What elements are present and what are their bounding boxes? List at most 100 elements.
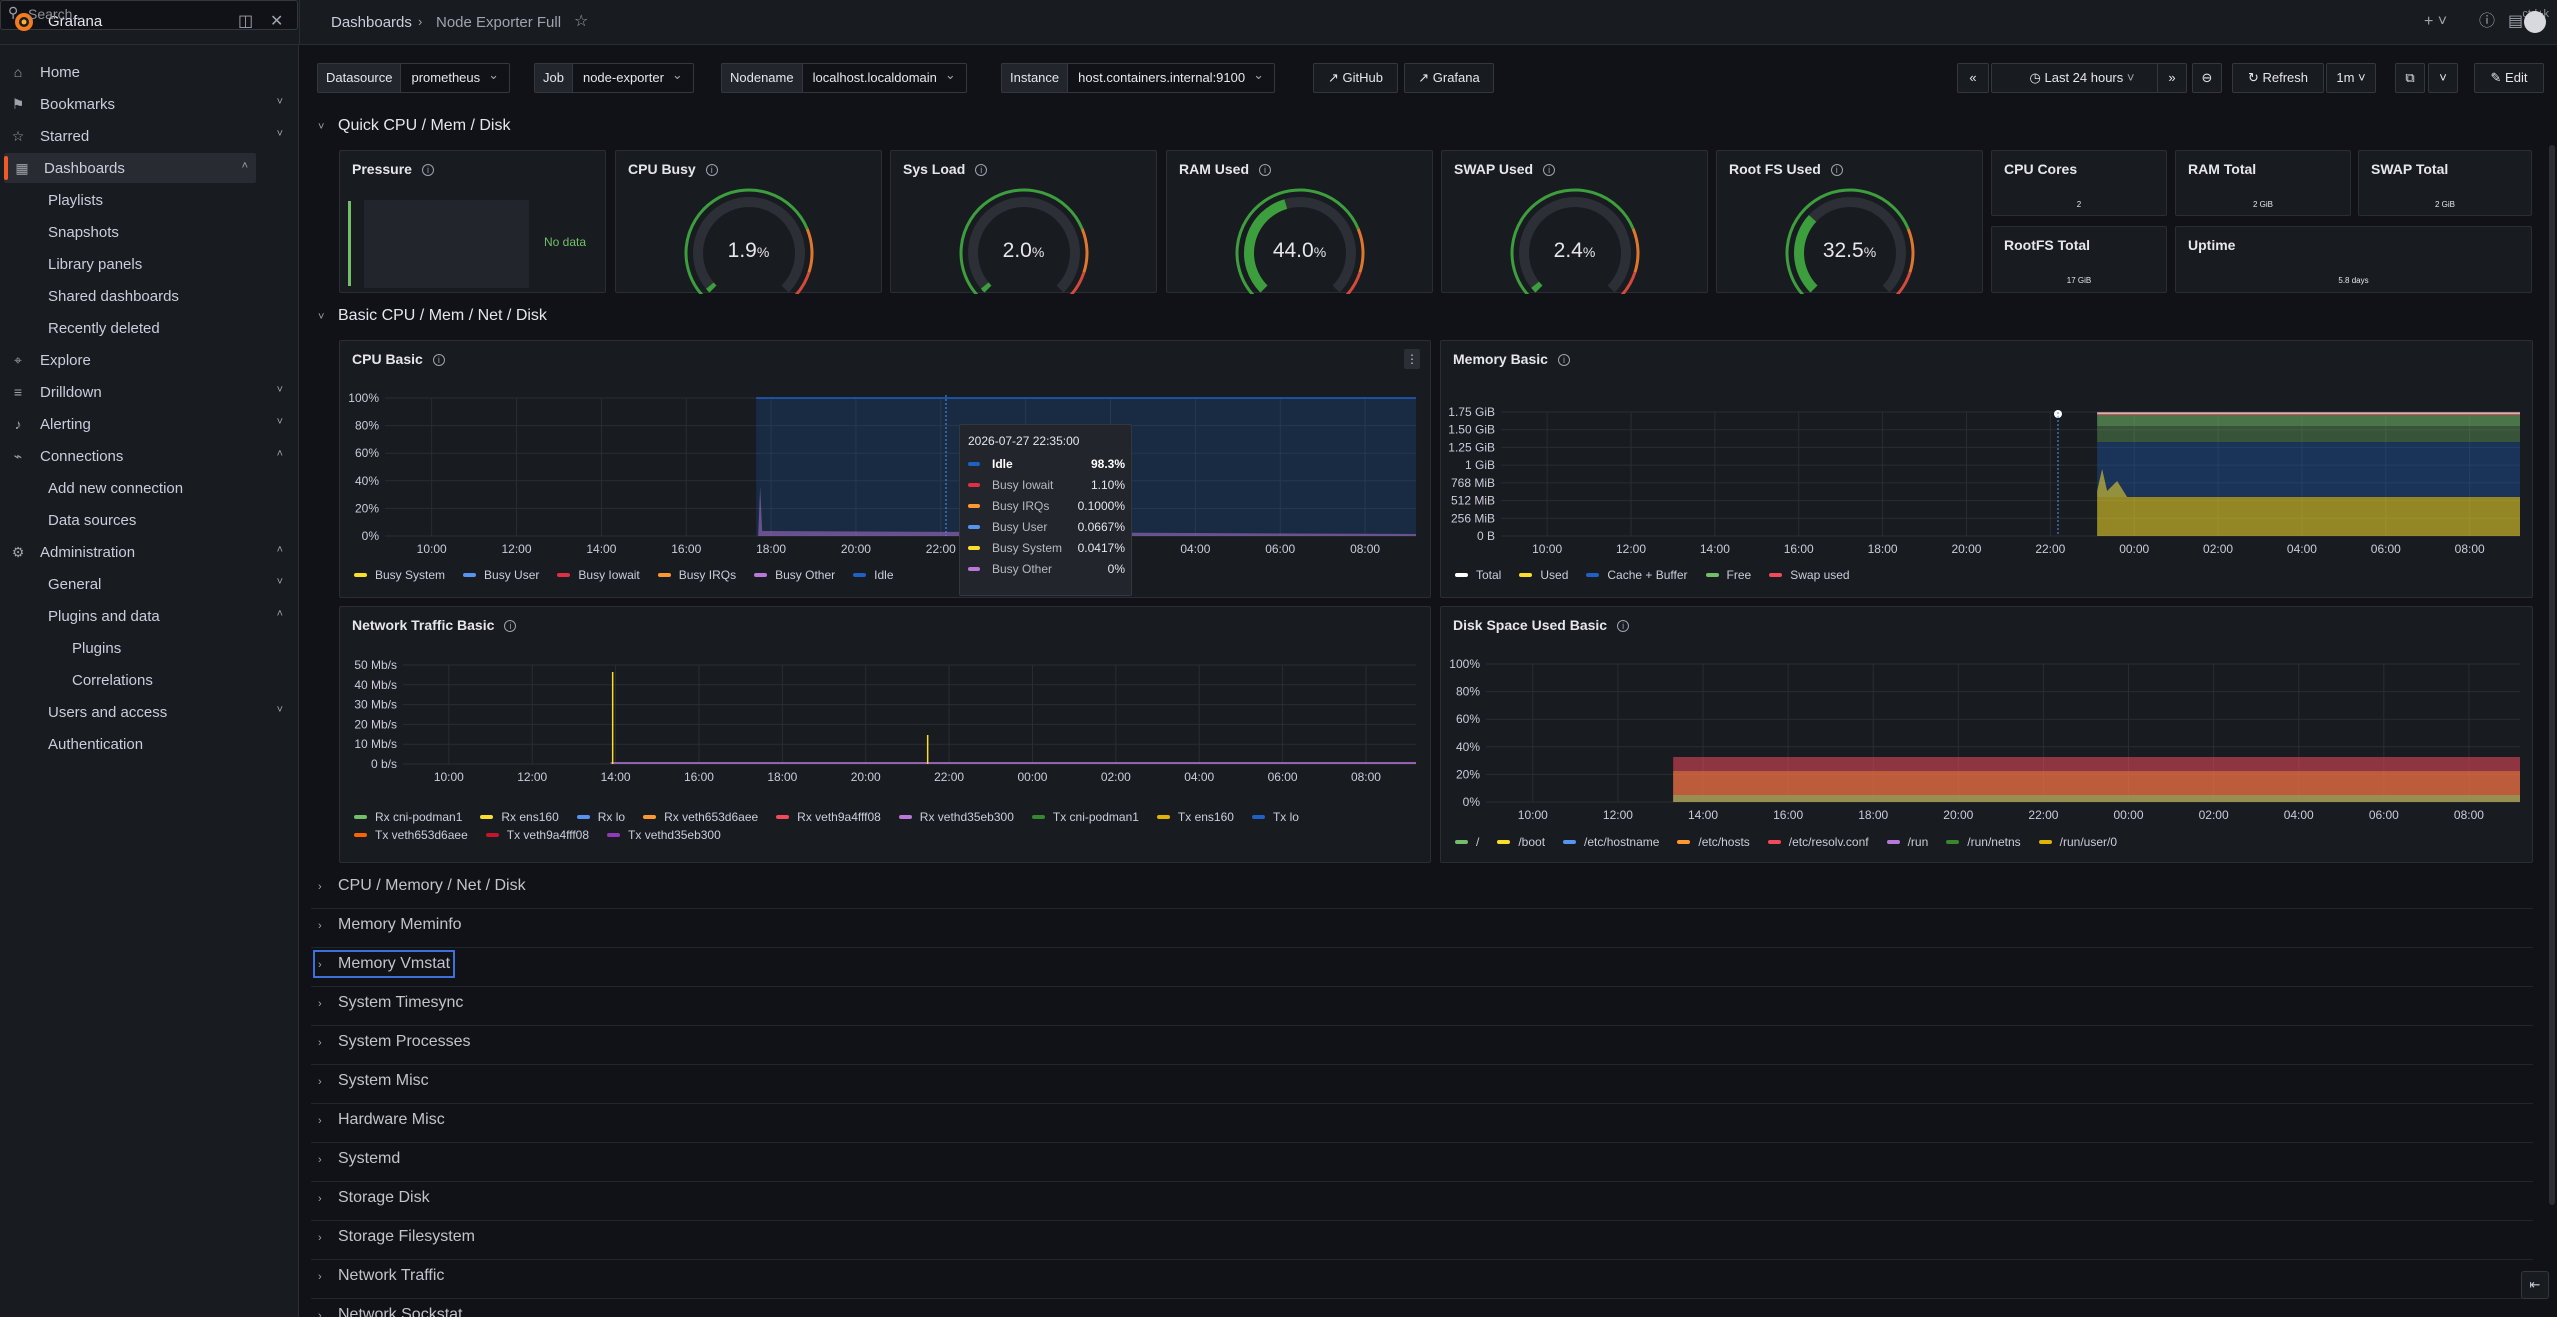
row-systemd[interactable]: › Systemd <box>318 1150 400 1168</box>
news-icon[interactable]: ▤ <box>2508 11 2523 33</box>
row-system-timesync[interactable]: › System Timesync <box>318 994 463 1012</box>
sidebar-item-dashboards[interactable]: ▦ Dashboards ˄ <box>4 153 256 183</box>
job-select[interactable]: node-exporter <box>573 64 693 92</box>
legend-item[interactable]: /run/user/0 <box>2038 835 2117 849</box>
sidebar-item-administration[interactable]: ⚙ Administration ˄ <box>0 537 291 567</box>
refresh-button[interactable]: ↻ Refresh <box>2232 63 2324 93</box>
legend-item[interactable]: Tx lo <box>1251 810 1299 824</box>
legend-item[interactable]: /run <box>1886 835 1928 849</box>
sidebar-item-recently-deleted[interactable]: Recently deleted <box>0 313 291 343</box>
chevron-down-icon[interactable]: ˅ <box>277 576 283 588</box>
legend-item[interactable]: Rx vethd35eb300 <box>898 810 1014 824</box>
job-variable[interactable]: Job node-exporter <box>534 63 694 93</box>
legend-item[interactable]: Tx ens160 <box>1156 810 1234 824</box>
disk-space-chart[interactable]: 100% 80% 60% 40% 20% 0% 10:00 12:00 14:00 16:00 18… <box>1441 607 2534 864</box>
legend-item[interactable]: Tx vethd35eb300 <box>607 828 721 842</box>
legend-item[interactable]: /run/netns <box>1946 835 2021 849</box>
avatar[interactable] <box>2524 11 2546 33</box>
legend-item[interactable]: Cache + Buffer <box>1586 568 1688 582</box>
gauge-panel-sys-load[interactable]: Sys Load i 2.0% <box>890 150 1157 294</box>
cpu-basic-chart[interactable]: 100% 80% 60% 40% 20% 0% 10:00 12:00 14:00 16:00 18… <box>340 341 1432 599</box>
sidebar-item-alerting[interactable]: ♪ Alerting ˅ <box>0 409 291 439</box>
legend-item[interactable]: /etc/hostname <box>1563 835 1659 849</box>
nodename-variable[interactable]: Nodename localhost.localdomain <box>721 63 967 93</box>
legend-item[interactable]: Swap used <box>1769 568 1850 582</box>
legend-item[interactable]: /boot <box>1497 835 1545 849</box>
network-traffic-basic-panel[interactable]: Network Traffic Basic i 50 Mb/s 40 Mb/s 30 … <box>339 606 1431 863</box>
sidebar-item-explore[interactable]: ⌖ Explore <box>0 345 291 375</box>
sidebar-item-data-sources[interactable]: Data sources <box>0 505 291 535</box>
legend-item[interactable]: Tx veth653d6aee <box>354 828 468 842</box>
sidebar-item-correlations[interactable]: Correlations <box>0 665 291 695</box>
cpu-basic-panel[interactable]: CPU Basic i ⋮ 100% 80% 60% 40% 20% 0% 10:00 12:0… <box>339 340 1431 598</box>
breadcrumb-dashboards[interactable]: Dashboards <box>331 14 412 31</box>
memory-basic-chart[interactable]: 1.75 GiB 1.50 GiB 1.25 GiB 1 GiB 768 MiB 512 … <box>1441 341 2534 599</box>
sidebar-item-snapshots[interactable]: Snapshots <box>0 217 291 247</box>
legend-item[interactable]: Free <box>1705 568 1751 582</box>
stat-panel-uptime[interactable]: Uptime 5.8 days <box>2175 226 2532 293</box>
row-network-sockstat[interactable]: › Network Sockstat <box>318 1306 462 1317</box>
instance-variable[interactable]: Instance host.containers.internal:9100 <box>1001 63 1276 93</box>
refresh-interval-select[interactable]: 1m ˅ <box>2326 63 2376 93</box>
memory-basic-panel[interactable]: Memory Basic i 1.75 GiB 1.50 GiB 1.25 GiB 1 … <box>1440 340 2533 598</box>
row-cpu-memory-net-disk[interactable]: › CPU / Memory / Net / Disk <box>318 877 526 895</box>
sidebar-item-plugins[interactable]: Plugins <box>0 633 291 663</box>
sidebar-item-library-panels[interactable]: Library panels <box>0 249 291 279</box>
row-storage-filesystem[interactable]: › Storage Filesystem <box>318 1228 475 1246</box>
legend-item[interactable]: Busy User <box>463 568 539 582</box>
time-forward-button[interactable]: » <box>2157 63 2187 93</box>
legend-item[interactable]: Total <box>1455 568 1501 582</box>
gauge-panel-swap-used[interactable]: SWAP Used i 2.4% <box>1441 150 1708 294</box>
gauge-panel-cpu-busy[interactable]: CPU Busy i 1.9% <box>615 150 882 294</box>
legend-item[interactable]: Rx cni-podman1 <box>354 810 462 824</box>
chevron-down-icon[interactable]: ˅ <box>277 128 283 140</box>
legend-item[interactable]: Busy System <box>354 568 445 582</box>
sidebar-item-bookmarks[interactable]: ⚑ Bookmarks ˅ <box>0 89 291 119</box>
help-icon[interactable]: ⓘ <box>2479 11 2495 33</box>
time-back-button[interactable]: « <box>1957 63 1989 93</box>
stat-panel-swap-total[interactable]: SWAP Total 2 GiB <box>2358 150 2532 216</box>
legend-item[interactable]: Rx lo <box>576 810 625 824</box>
zoom-out-button[interactable]: ⊖ <box>2192 63 2222 93</box>
legend-item[interactable]: Idle <box>853 568 894 582</box>
sidebar-item-add-new-connection[interactable]: Add new connection <box>0 473 291 503</box>
info-icon[interactable]: i <box>421 164 434 177</box>
sidebar-item-playlists[interactable]: Playlists <box>0 185 291 215</box>
star-icon[interactable]: ☆ <box>574 11 588 33</box>
sidebar-item-connections[interactable]: ⌁ Connections ˄ <box>0 441 291 471</box>
row-memory-meminfo[interactable]: › Memory Meminfo <box>318 916 462 934</box>
disk-space-used-basic-panel[interactable]: Disk Space Used Basic i 100% 80% 60% 40% 20% 0… <box>1440 606 2533 863</box>
chevron-down-icon[interactable]: ˅ <box>277 96 283 108</box>
chevron-up-icon[interactable]: ˄ <box>242 160 248 172</box>
search-input[interactable]: ⚲ Search... ctrl+k <box>0 0 2549 30</box>
gauge-panel-ram-used[interactable]: RAM Used i 44.0% <box>1166 150 1433 294</box>
gauge-panel-root-fs-used[interactable]: Root FS Used i 32.5% <box>1716 150 1983 294</box>
datasource-select[interactable]: prometheus <box>401 64 509 92</box>
row-system-processes[interactable]: › System Processes <box>318 1033 470 1051</box>
add-icon[interactable]: + ˅ <box>2424 11 2447 33</box>
legend-item[interactable]: Rx veth9a4fff08 <box>776 810 881 824</box>
grafana-link-button[interactable]: ↗ Grafana <box>1404 63 1494 93</box>
edit-button[interactable]: ✎ Edit <box>2474 63 2544 93</box>
stat-panel-cpu-cores[interactable]: CPU Cores 2 <box>1991 150 2167 216</box>
legend-item[interactable]: Rx veth653d6aee <box>643 810 758 824</box>
close-menu-icon[interactable]: ✕ <box>270 11 283 33</box>
stat-panel-rootfs-total[interactable]: RootFS Total 17 GiB <box>1991 226 2167 293</box>
legend-item[interactable]: Busy IRQs <box>657 568 736 582</box>
row-hardware-misc[interactable]: › Hardware Misc <box>318 1111 445 1129</box>
chevron-down-icon[interactable]: ˅ <box>277 384 283 396</box>
chevron-up-icon[interactable]: ˄ <box>277 448 283 460</box>
github-link-button[interactable]: ↗ GitHub <box>1313 63 1398 93</box>
legend-item[interactable]: /etc/resolv.conf <box>1767 835 1869 849</box>
time-range-picker[interactable]: ◷ Last 24 hours ˅ <box>1991 63 2173 93</box>
dock-menu-icon[interactable]: ◫ <box>238 11 253 33</box>
row-quick-cpu-mem-disk[interactable]: ˅ Quick CPU / Mem / Disk <box>318 117 510 135</box>
stat-panel-ram-total[interactable]: RAM Total 2 GiB <box>2175 150 2351 216</box>
collapse-sidebar-icon[interactable]: ⇤ <box>2521 1271 2549 1299</box>
row-storage-disk[interactable]: › Storage Disk <box>318 1189 430 1207</box>
row-memory-vmstat[interactable]: › Memory Vmstat <box>312 950 456 978</box>
chevron-up-icon[interactable]: ˄ <box>277 608 283 620</box>
legend-item[interactable]: Rx ens160 <box>480 810 559 824</box>
sidebar-item-general[interactable]: General ˅ <box>0 569 291 599</box>
sidebar-item-drilldown[interactable]: ≡ Drilldown ˅ <box>0 377 291 407</box>
